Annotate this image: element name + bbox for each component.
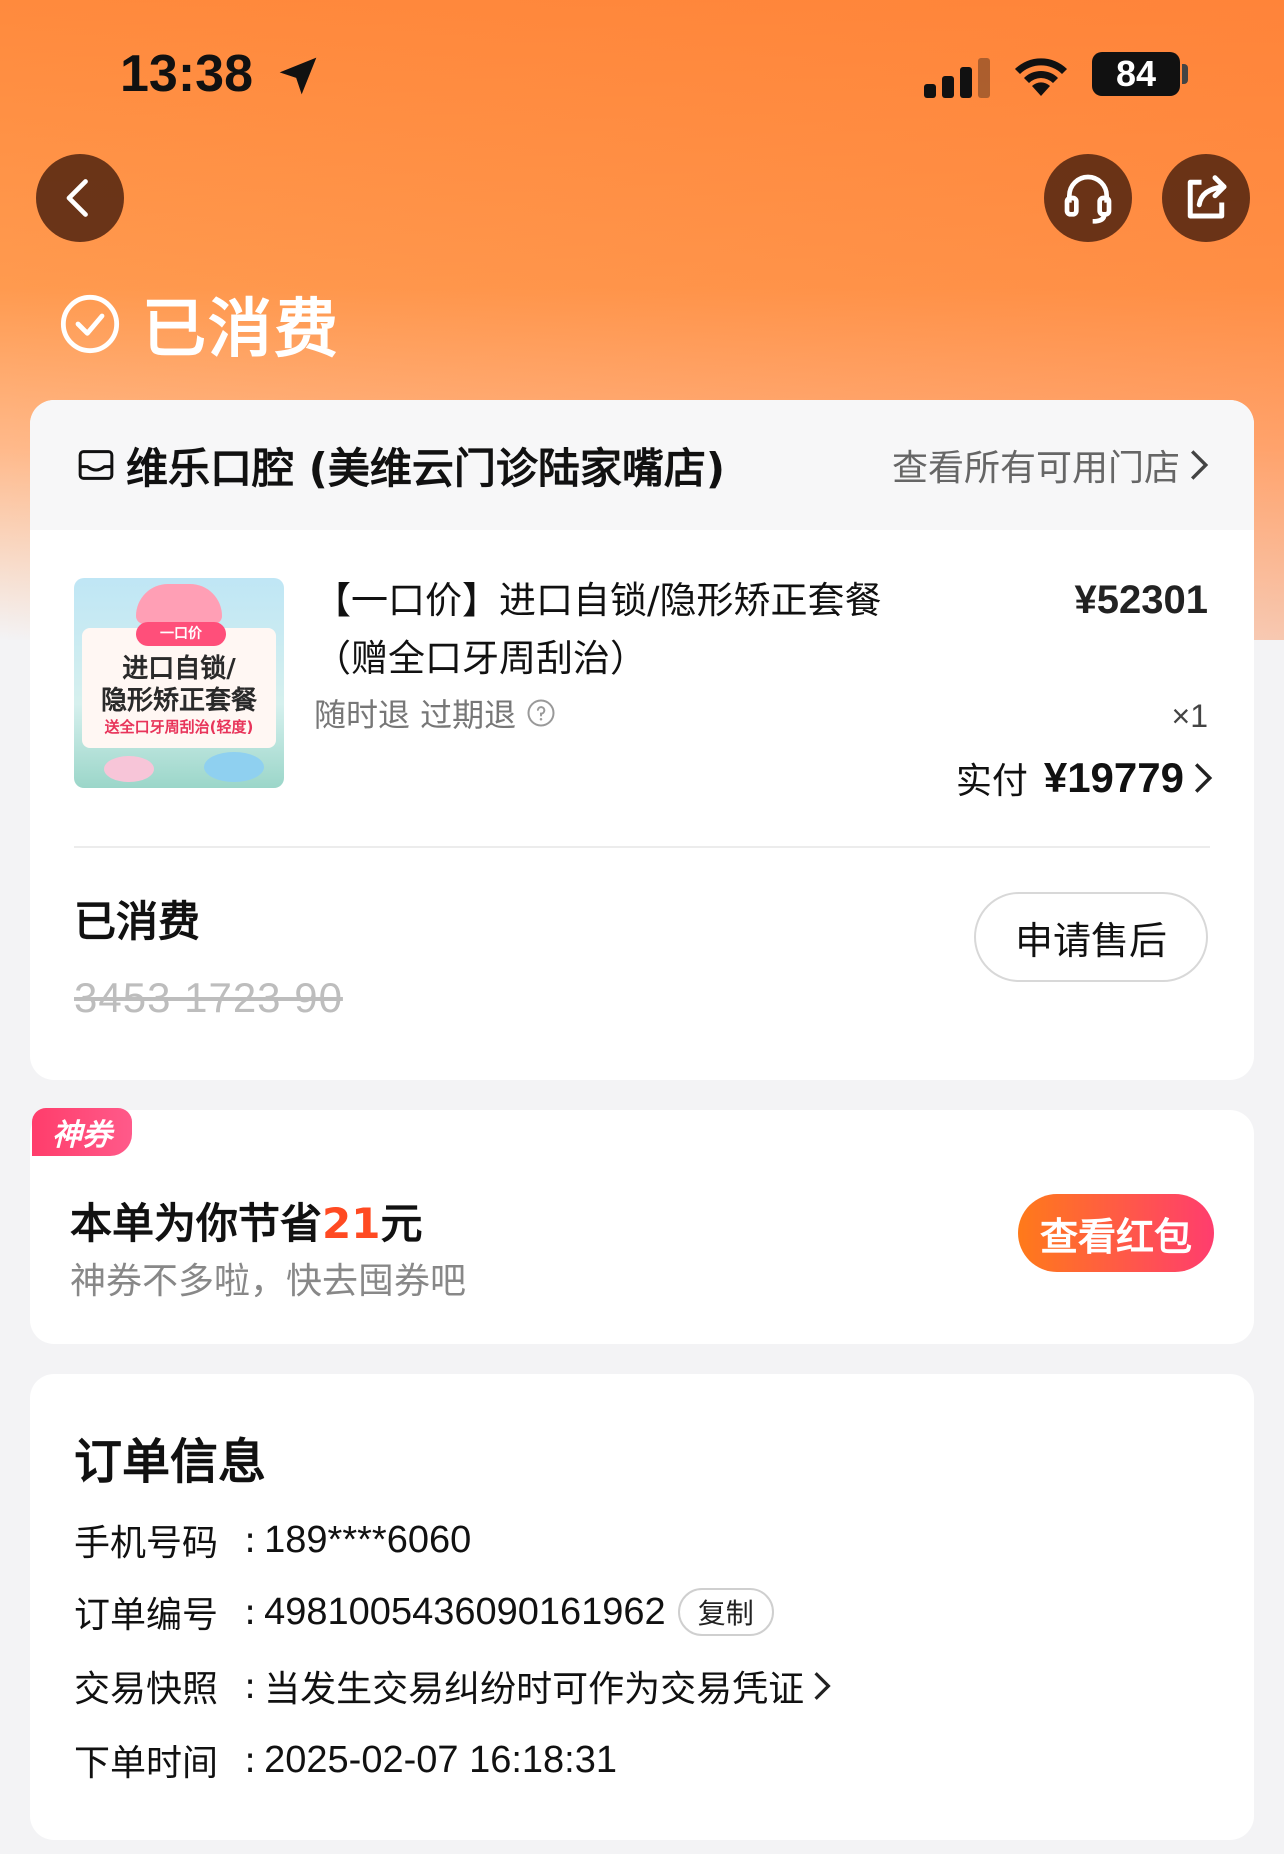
chevron-right-icon [1190, 450, 1209, 480]
coupon-card: 神券 本单为你节省21元 神券不多啦，快去囤券吧 查看红包 [30, 1108, 1254, 1344]
paid-label: 实付 [955, 761, 1028, 802]
chevron-right-icon [814, 1672, 831, 1700]
product-image-decoration [204, 752, 264, 782]
order-time-label: 下单时间 [74, 1743, 219, 1784]
order-number-label: 订单编号 [74, 1595, 219, 1636]
headset-icon [1064, 174, 1112, 224]
product-title[interactable]: 【一口价】进口自锁/隐形矫正套餐（赠全口牙周刮治） [314, 572, 914, 688]
status-time: 13:38 [120, 45, 253, 103]
refund-tags-text: 随时退 过期退 [314, 696, 517, 734]
phone-row: 手机号码 : 189****6060 [74, 1514, 471, 1566]
check-circle-icon [60, 294, 120, 354]
coupon-hint: 神券不多啦，快去囤券吧 [70, 1261, 467, 1302]
product-image-line2: 隐形矫正套餐 [100, 686, 257, 716]
refund-tags: 随时退 过期退 [314, 690, 556, 736]
battery-indicator: 84 [1092, 52, 1180, 96]
snapshot-text: 当发生交易纠纷时可作为交易凭证 [264, 1669, 805, 1710]
share-button[interactable] [1162, 154, 1250, 242]
product-image-line3: 送全口牙周刮治(轻度) [104, 718, 254, 736]
voucher-status: 已消费 [74, 897, 201, 946]
savings-text: 本单为你节省21元 [70, 1190, 422, 1251]
store-icon [78, 450, 114, 480]
product-image[interactable]: 一口价 进口自锁/ 隐形矫正套餐 送全口牙周刮治(轻度) [74, 578, 284, 788]
order-status-header: 已消费 [58, 278, 340, 370]
order-number-row: 订单编号 : 4981005436090161962 复制 [74, 1586, 774, 1638]
order-main-card: 维乐口腔 (美维云门诊陆家嘴店) 查看所有可用门店 一口价 进口自锁/ 隐形矫正… [30, 400, 1254, 1080]
snapshot-row[interactable]: 交易快照 : 当发生交易纠纷时可作为交易凭证 [74, 1660, 832, 1712]
copy-button[interactable]: 复制 [677, 1588, 774, 1636]
view-all-stores-label: 查看所有可用门店 [891, 448, 1180, 489]
view-all-stores-link[interactable]: 查看所有可用门店 [892, 439, 1210, 491]
view-redpacket-button[interactable]: 查看红包 [1018, 1194, 1214, 1272]
order-status-text: 已消费 [142, 293, 340, 367]
phone-value: 189****6060 [264, 1518, 472, 1561]
order-info-card: 订单信息 手机号码 : 189****6060 订单编号 : 498100543… [30, 1374, 1254, 1840]
product-row[interactable]: 一口价 进口自锁/ 隐形矫正套餐 送全口牙周刮治(轻度) 【一口价】进口自锁/隐… [30, 530, 1254, 850]
back-button[interactable] [36, 154, 124, 242]
divider [74, 846, 1210, 848]
apply-aftersale-button[interactable]: 申请售后 [974, 892, 1208, 982]
savings-amount: 21 [322, 1199, 381, 1248]
separator: : [244, 1591, 257, 1633]
question-icon[interactable] [526, 698, 556, 728]
snapshot-label: 交易快照 [74, 1669, 219, 1710]
separator: : [244, 1519, 257, 1561]
order-info-title: 订单信息 [74, 1434, 267, 1490]
voucher-code: 3453 1723 90 [74, 974, 343, 1021]
savings-suffix: 元 [380, 1199, 423, 1248]
phone-label: 手机号码 [74, 1523, 219, 1564]
store-bar: 维乐口腔 (美维云门诊陆家嘴店) 查看所有可用门店 [30, 400, 1254, 530]
order-time-row: 下单时间 : 2025-02-07 16:18:31 [74, 1734, 617, 1786]
battery-nub [1182, 64, 1188, 84]
product-image-tag: 一口价 [136, 622, 226, 646]
product-image-decoration [104, 756, 154, 782]
location-arrow-icon [279, 57, 317, 95]
product-quantity: ×1 [1171, 698, 1208, 734]
coupon-badge: 神券 [32, 1108, 132, 1156]
paid-amount-row[interactable]: 实付 ¥19779 [956, 752, 1214, 804]
separator: : [244, 1665, 257, 1707]
savings-prefix: 本单为你节省 [70, 1199, 323, 1248]
chevron-right-icon [1194, 763, 1213, 793]
store-name[interactable]: 维乐口腔 (美维云门诊陆家嘴店) [126, 435, 892, 496]
back-icon [66, 179, 88, 217]
product-original-price: ¥52301 [1074, 578, 1208, 622]
customer-service-button[interactable] [1044, 154, 1132, 242]
paid-amount: ¥19779 [1043, 754, 1184, 801]
order-number-value: 4981005436090161962 [264, 1590, 666, 1633]
share-icon [1187, 175, 1227, 219]
separator: : [244, 1739, 257, 1781]
product-image-heart [136, 584, 222, 624]
signal-icon [924, 58, 990, 98]
wifi-icon [1015, 58, 1067, 96]
order-time-value: 2025-02-07 16:18:31 [264, 1738, 617, 1781]
